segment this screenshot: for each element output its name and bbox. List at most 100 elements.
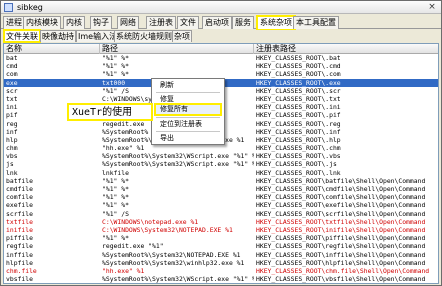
cell-registry-path: HKEY_CLASSES_ROOT\.bat [256, 54, 341, 62]
cell-registry-path: HKEY_CLASSES_ROOT\.com [256, 70, 341, 79]
cell-path: "%1" %* [102, 234, 129, 243]
close-icon[interactable]: × [427, 2, 437, 12]
subtab-image-hijack[interactable]: 映像劫持 [40, 30, 76, 42]
table-row[interactable]: batfile "%1" %* HKEY_CLASSES_ROOT\batfile\… [4, 177, 438, 185]
cell-path: regedit.exe "%1" [102, 242, 164, 251]
cell-name: scr [6, 86, 18, 95]
tab-kernel[interactable]: 内核 [63, 16, 85, 29]
cell-registry-path: HKEY_CLASSES_ROOT\.vbs [256, 152, 341, 161]
cell-path: "%1" %* [102, 176, 129, 185]
cell-path: %SystemRoot%\System32\WScript.exe "%1" %… [102, 152, 254, 161]
cell-registry-path: HKEY_CLASSES_ROOT\chm.file\Shell\Open\Co… [256, 266, 430, 275]
context-menu: 刷新 修复 修复所有 定位到注册表 导出 [151, 78, 225, 145]
cell-name: exefile [6, 201, 33, 210]
column-header-registry-path[interactable]: 注册表路径 [254, 44, 438, 54]
table-row[interactable]: regfile regedit.exe "%1" HKEY_CLASSES_ROOT… [4, 242, 438, 250]
cell-name: com [6, 70, 18, 79]
table-row[interactable]: txtfile C:\WINDOWS\notepad.exe %1 HKEY_CLA… [4, 218, 438, 226]
cell-registry-path: HKEY_CLASSES_ROOT\.exe [256, 78, 341, 87]
table-row[interactable]: cmd "%1" %* HKEY_CLASSES_ROOT\.cmd [4, 62, 438, 70]
cell-name: cmdfile [6, 185, 33, 193]
cell-path: %SystemRoot%\System32\WScript.exe "%1" %… [102, 160, 254, 169]
menu-item-locate-registry[interactable]: 定位到注册表 [160, 120, 202, 129]
cell-path: %SystemRoot%\System32\WScript.exe "%1" %… [102, 275, 254, 284]
cell-path: "hh.exe" %1 [102, 266, 145, 275]
cell-registry-path: HKEY_CLASSES_ROOT\.txt [256, 94, 341, 103]
cell-path: %SystemRoot%\System32\winhlp32.exe %1 [102, 258, 245, 267]
cell-path: "%1" %* [102, 54, 129, 62]
tab-hooks[interactable]: 钩子 [90, 16, 112, 29]
tab-network[interactable]: 网络 [117, 16, 139, 29]
title-bar: sibkeg × [1, 1, 441, 14]
cell-registry-path: HKEY_CLASSES_ROOT\.js [256, 160, 337, 169]
app-icon [4, 3, 13, 12]
annotation-callout: XueTr的使用 [67, 103, 153, 121]
cell-name: exe [6, 78, 18, 87]
table-row[interactable]: vbs %SystemRoot%\System32\WScript.exe "%1… [4, 152, 438, 160]
cell-name: chm [6, 144, 18, 153]
cell-registry-path: HKEY_CLASSES_ROOT\comfile\Shell\Open\Com… [256, 193, 426, 202]
tab-services[interactable]: 服务 [232, 16, 254, 29]
cell-registry-path: HKEY_CLASSES_ROOT\txtfile\Shell\Open\Com… [256, 217, 426, 226]
cell-registry-path: HKEY_CLASSES_ROOT\batfile\Shell\Open\Com… [256, 176, 426, 185]
table-row[interactable]: jsfile %SystemRoot%\System32\WScript.exe … [4, 283, 438, 284]
cell-path: %SystemRoot%\System32\WScript.exe "%1" %… [102, 283, 254, 284]
cell-name: chm.file [6, 266, 37, 275]
column-header-name[interactable]: 名称 [4, 44, 100, 54]
cell-registry-path: HKEY_CLASSES_ROOT\piffile\Shell\Open\Com… [256, 234, 426, 243]
cell-name: hlp [6, 135, 18, 144]
window-title: sibkeg [17, 3, 43, 12]
subtab-firewall-rules[interactable]: 系统防火墙规则 [114, 30, 174, 42]
cell-registry-path: HKEY_CLASSES_ROOT\exefile\Shell\Open\Com… [256, 201, 426, 210]
tab-process[interactable]: 进程 [3, 16, 25, 29]
menu-separator [156, 131, 220, 132]
cell-name: bat [6, 54, 18, 62]
subtab-file-association[interactable]: 文件关联 [3, 29, 41, 43]
cell-name: js [6, 160, 14, 169]
subtab-misc[interactable]: 杂项 [172, 30, 192, 42]
tab-tool-config[interactable]: 本工具配置 [293, 16, 339, 29]
table-row[interactable]: chm.file "hh.exe" %1 HKEY_CLASSES_ROOT\chm… [4, 267, 438, 275]
cell-registry-path: HKEY_CLASSES_ROOT\.pif [256, 111, 341, 120]
table-row[interactable]: piffile "%1" %* HKEY_CLASSES_ROOT\piffile\… [4, 234, 438, 242]
cell-path: %SystemRoot%\System32\NOTEPAD.EXE %1 [102, 250, 241, 259]
table-row[interactable]: exefile "%1" %* HKEY_CLASSES_ROOT\exefile\… [4, 201, 438, 209]
table-row[interactable]: hlpfile %SystemRoot%\System32\winhlp32.ex… [4, 259, 438, 267]
menu-item-export[interactable]: 导出 [160, 134, 174, 143]
table-row[interactable]: inifile C:\WINDOWS\System32\NOTEPAD.EXE %… [4, 226, 438, 234]
tab-registry[interactable]: 注册表 [146, 16, 176, 29]
cell-name: batfile [6, 176, 33, 185]
tab-kernel-modules[interactable]: 内核模块 [23, 16, 61, 29]
table-row[interactable]: chm "hh.exe" %1 HKEY_CLASSES_ROOT\.chm [4, 144, 438, 152]
table-row[interactable]: cmdfile "%1" %* HKEY_CLASSES_ROOT\cmdfile\… [4, 185, 438, 193]
table-row[interactable]: scrfile "%1" /S HKEY_CLASSES_ROOT\scrfile\… [4, 210, 438, 218]
cell-name: hlpfile [6, 258, 33, 267]
cell-name: inifile [6, 225, 33, 234]
main-window: sibkeg × 进程 内核模块 内核 钩子 网络 注册表 文件 启动项 服务 … [0, 0, 442, 286]
list-header: 名称 路径 注册表路径 [4, 44, 438, 54]
cell-path: "hh.exe" %1 [102, 144, 145, 153]
menu-separator [156, 117, 220, 118]
table-row[interactable]: js %SystemRoot%\System32\WScript.exe "%1"… [4, 160, 438, 168]
cell-registry-path: HKEY_CLASSES_ROOT\.ini [256, 103, 341, 112]
cell-name: txtfile [6, 217, 33, 226]
subtab-ime[interactable]: Ime输入法 [76, 30, 120, 42]
table-row[interactable]: inffile %SystemRoot%\System32\NOTEPAD.EXE… [4, 251, 438, 259]
table-row[interactable]: comfile "%1" %* HKEY_CLASSES_ROOT\comfile\… [4, 193, 438, 201]
cell-name: inf [6, 127, 18, 136]
tab-system-misc[interactable]: 系统杂项 [256, 15, 296, 31]
menu-separator [156, 92, 220, 93]
menu-item-repair[interactable]: 修复 [160, 95, 174, 104]
menu-item-repair-all[interactable]: 修复所有 [154, 103, 222, 116]
tab-startup[interactable]: 启动项 [202, 16, 232, 29]
cell-registry-path: HKEY_CLASSES_ROOT\.hlp [256, 135, 341, 144]
table-row[interactable]: vbsfile %SystemRoot%\System32\WScript.exe… [4, 275, 438, 283]
menu-item-refresh[interactable]: 刷新 [160, 81, 174, 90]
table-row[interactable]: bat "%1" %* HKEY_CLASSES_ROOT\.bat [4, 54, 438, 62]
cell-name: vbsfile [6, 275, 33, 284]
table-row[interactable]: lnk lnkfile HKEY_CLASSES_ROOT\.lnk [4, 169, 438, 177]
tab-files[interactable]: 文件 [177, 16, 199, 29]
cell-path: C:\WINDOWS\System32\NOTEPAD.EXE %1 [102, 225, 233, 234]
cell-name: inffile [6, 250, 33, 259]
column-header-path[interactable]: 路径 [100, 44, 254, 54]
